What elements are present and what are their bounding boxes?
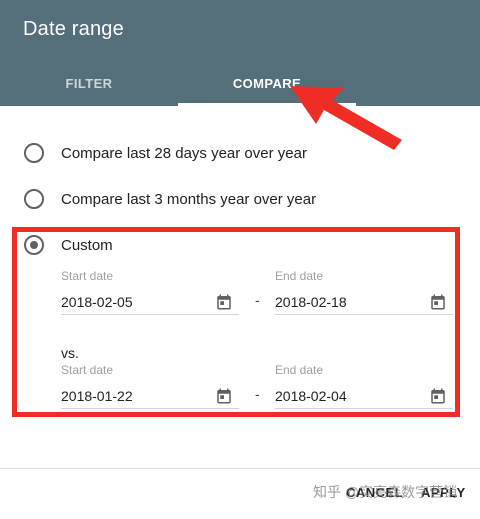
radio-button[interactable] — [24, 143, 44, 163]
compare-start-date-field[interactable]: 2018-01-22 — [61, 383, 239, 409]
option-last-3-months[interactable]: Compare last 3 months year over year — [24, 187, 316, 211]
cancel-button[interactable]: CANCEL — [346, 485, 403, 500]
radio-button[interactable] — [24, 189, 44, 209]
calendar-icon[interactable] — [429, 387, 447, 405]
compare-start-date-label: Start date — [61, 363, 114, 377]
end-date-field[interactable]: 2018-02-18 — [275, 289, 453, 315]
range-separator: - — [255, 292, 260, 308]
dialog-header: Date range FILTER COMPARE — [0, 0, 480, 106]
tab-active-indicator — [178, 103, 356, 106]
compare-start-date-value: 2018-01-22 — [61, 387, 133, 404]
end-date-value: 2018-02-18 — [275, 293, 347, 310]
apply-button[interactable]: APPLY — [421, 485, 466, 500]
calendar-icon[interactable] — [429, 293, 447, 311]
tab-filter[interactable]: FILTER — [0, 60, 178, 106]
dialog-title: Date range — [23, 18, 124, 40]
option-custom[interactable]: Custom — [24, 233, 113, 257]
compare-end-date-field[interactable]: 2018-02-04 — [275, 383, 453, 409]
start-date-value: 2018-02-05 — [61, 293, 133, 310]
footer-divider — [0, 468, 480, 469]
range-separator: - — [255, 386, 260, 402]
start-date-field[interactable]: 2018-02-05 — [61, 289, 239, 315]
vs-label: vs. — [61, 345, 79, 361]
compare-end-date-value: 2018-02-04 — [275, 387, 347, 404]
start-date-label: Start date — [61, 269, 114, 283]
compare-end-date-label: End date — [275, 363, 324, 377]
option-label: Custom — [61, 236, 113, 254]
option-last-28-days[interactable]: Compare last 28 days year over year — [24, 141, 307, 165]
calendar-icon[interactable] — [215, 387, 233, 405]
radio-button-checked[interactable] — [24, 235, 44, 255]
end-date-label: End date — [275, 269, 324, 283]
option-label: Compare last 28 days year over year — [61, 144, 307, 162]
tab-compare[interactable]: COMPARE — [178, 60, 356, 106]
calendar-icon[interactable] — [215, 293, 233, 311]
option-label: Compare last 3 months year over year — [61, 190, 317, 208]
